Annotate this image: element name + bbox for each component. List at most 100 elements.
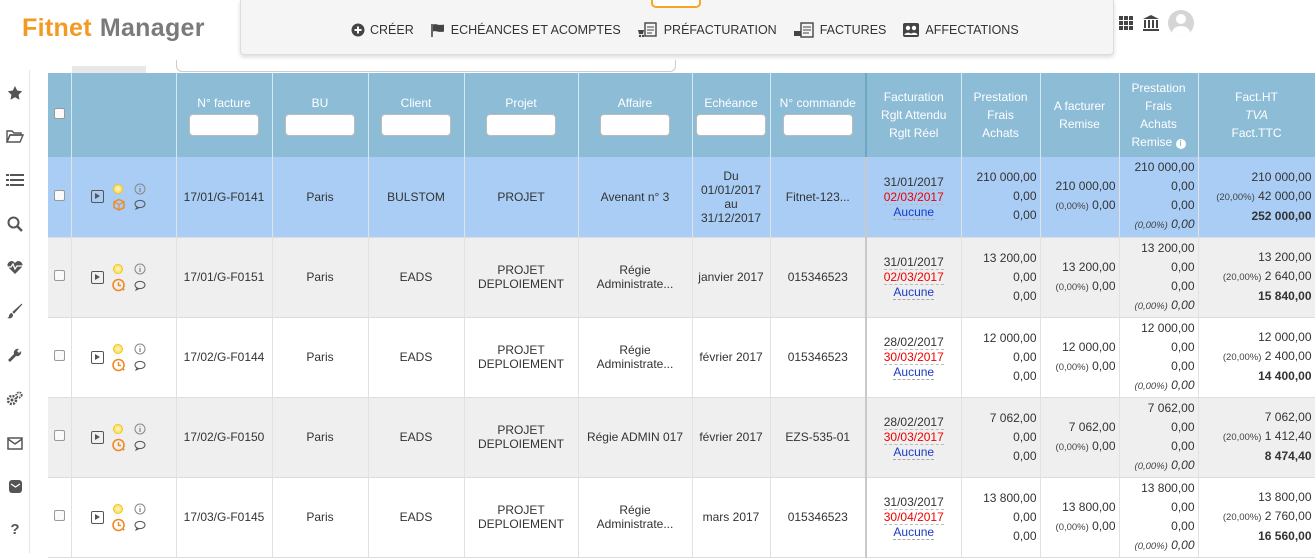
nav-prefacturation[interactable]: PRÉFACTURATION xyxy=(637,22,777,38)
sun-status-icon[interactable] xyxy=(112,503,124,515)
achats-value: 0,00 xyxy=(1013,208,1037,223)
table-row[interactable]: 17/02/G-F0150 Paris EADS PROJET DEPLOIEME… xyxy=(48,397,1315,478)
row-checkbox[interactable] xyxy=(53,270,65,281)
row-checkbox[interactable] xyxy=(53,189,65,201)
message-icon[interactable] xyxy=(4,475,26,497)
clock-status-icon[interactable] xyxy=(112,358,126,372)
help-icon[interactable]: ? xyxy=(4,518,26,540)
prestation2-value: 13 800,00 xyxy=(1141,480,1195,495)
real-payment-link[interactable]: Aucune xyxy=(893,445,935,460)
open-play-icon[interactable] xyxy=(91,350,104,364)
comment-icon[interactable] xyxy=(134,520,146,531)
row-checkbox[interactable] xyxy=(53,510,65,521)
invoice-no-cell[interactable]: 17/01/G-F0141 xyxy=(176,157,273,238)
sun-status-icon[interactable] xyxy=(112,343,124,355)
invoice-no[interactable]: 17/03/G-F0145 xyxy=(184,510,265,524)
heartbeat-icon[interactable] xyxy=(4,256,26,278)
comment-icon[interactable] xyxy=(134,440,146,451)
wrench-icon[interactable] xyxy=(4,344,26,366)
cogs-icon[interactable] xyxy=(4,388,26,410)
folder-open-icon[interactable] xyxy=(4,125,26,147)
discount-value: 0,00 xyxy=(1171,217,1195,232)
search-bar[interactable] xyxy=(176,60,676,72)
info-circle-icon[interactable] xyxy=(134,343,146,355)
info-icon[interactable]: i xyxy=(1175,139,1186,149)
nav-affectations[interactable]: AFFECTATIONS xyxy=(902,22,1019,38)
expected-payment-date[interactable]: 30/04/2017 xyxy=(883,510,944,525)
open-play-icon[interactable] xyxy=(91,510,104,524)
achats-value: 0,00 xyxy=(1013,448,1037,463)
nav-create[interactable]: CRÉER xyxy=(351,22,414,38)
filter-project-input[interactable] xyxy=(486,114,556,136)
clock-status-icon[interactable] xyxy=(112,438,126,452)
open-play-icon[interactable] xyxy=(91,190,104,204)
apps-grid-icon[interactable] xyxy=(1118,15,1134,31)
invoice-no[interactable]: 17/02/G-F0150 xyxy=(184,430,265,444)
discount-value: 0,00 xyxy=(1171,457,1195,472)
nav-pull-tab[interactable] xyxy=(651,0,701,8)
star-icon[interactable] xyxy=(4,82,26,104)
search-icon[interactable] xyxy=(4,213,26,235)
table-row[interactable]: 17/02/G-F0144 Paris EADS PROJET DEPLOIEME… xyxy=(48,317,1315,398)
invoice-no-cell[interactable]: 17/02/G-F0144 xyxy=(176,317,273,398)
filter-due-input[interactable] xyxy=(696,114,766,136)
filter-affair-input[interactable] xyxy=(600,114,670,136)
expected-payment-date[interactable]: 02/03/2017 xyxy=(883,190,944,205)
invoice-no[interactable]: 17/02/G-F0144 xyxy=(184,350,265,364)
real-payment-link[interactable]: Aucune xyxy=(893,525,935,540)
table-row[interactable]: 17/01/G-F0141 Paris BULSTOM PROJET Avena… xyxy=(48,157,1315,238)
invoice-no-cell[interactable]: 17/01/G-F0151 xyxy=(176,237,273,318)
clock-status-icon[interactable] xyxy=(112,518,126,532)
sun-status-icon[interactable] xyxy=(112,263,124,275)
open-play-icon[interactable] xyxy=(91,270,104,284)
comment-icon[interactable] xyxy=(134,280,146,291)
bu-value: Paris xyxy=(306,510,334,524)
package-status-icon[interactable] xyxy=(112,198,126,212)
list-icon[interactable] xyxy=(4,169,26,191)
invoice-no[interactable]: 17/01/G-F0151 xyxy=(184,270,265,284)
info-circle-icon[interactable] xyxy=(134,263,146,275)
row-checkbox[interactable] xyxy=(53,350,65,361)
select-all-checkbox[interactable] xyxy=(53,108,65,119)
filter-bu-input[interactable] xyxy=(285,114,355,136)
row-select-cell xyxy=(48,237,72,318)
filter-client-input[interactable] xyxy=(381,114,451,136)
comment-icon[interactable] xyxy=(134,360,146,371)
clock-status-icon[interactable] xyxy=(112,278,126,292)
comment-icon[interactable] xyxy=(134,199,146,211)
row-actions-cell xyxy=(71,317,177,398)
row-checkbox[interactable] xyxy=(53,430,65,441)
bank-icon[interactable] xyxy=(1142,14,1160,32)
info-circle-icon[interactable] xyxy=(134,503,146,515)
app-logo[interactable]: Fitnet Manager xyxy=(22,14,205,43)
info-circle-icon[interactable] xyxy=(134,183,146,195)
nav-factures[interactable]: FACTURES xyxy=(793,22,886,38)
table-row[interactable]: 17/01/G-F0151 Paris EADS PROJET DEPLOIEME… xyxy=(48,237,1315,318)
expected-payment-date[interactable]: 30/03/2017 xyxy=(883,430,944,445)
open-play-icon[interactable] xyxy=(91,430,104,444)
to-bill-discount: 0,00 xyxy=(1092,278,1116,293)
invoice-no-cell[interactable]: 17/02/G-F0150 xyxy=(176,397,273,478)
expected-payment-date[interactable]: 02/03/2017 xyxy=(883,270,944,285)
nav-echeances[interactable]: ECHÉANCES ET ACOMPTES xyxy=(430,22,621,38)
sun-status-icon[interactable] xyxy=(112,183,124,195)
sun-status-icon[interactable] xyxy=(112,423,124,435)
info-circle-icon[interactable] xyxy=(134,423,146,435)
filter-order-no-input[interactable] xyxy=(782,114,853,136)
real-payment-link[interactable]: Aucune xyxy=(893,285,935,300)
nav-affectations-label: AFFECTATIONS xyxy=(925,23,1019,37)
header-prestation2-line: Prestation xyxy=(1131,81,1186,95)
invoice-no[interactable]: 17/01/G-F0141 xyxy=(184,190,265,204)
user-avatar[interactable] xyxy=(1168,10,1194,36)
real-payment-link[interactable]: Aucune xyxy=(893,204,935,220)
table-row[interactable]: 17/03/G-F0145 Paris EADS PROJET DEPLOIEME… xyxy=(48,477,1315,558)
header-due: Echéance xyxy=(692,73,771,157)
header-select-all[interactable] xyxy=(48,73,72,157)
real-payment-link[interactable]: Aucune xyxy=(893,365,935,380)
filter-invoice-no-input[interactable] xyxy=(189,114,259,136)
expected-payment-date[interactable]: 30/03/2017 xyxy=(883,350,944,365)
envelope-icon[interactable] xyxy=(4,432,26,454)
brush-icon[interactable] xyxy=(4,300,26,322)
invoice-no-cell[interactable]: 17/03/G-F0145 xyxy=(176,477,273,558)
fact-ht: 13 800,00 xyxy=(1258,490,1312,504)
